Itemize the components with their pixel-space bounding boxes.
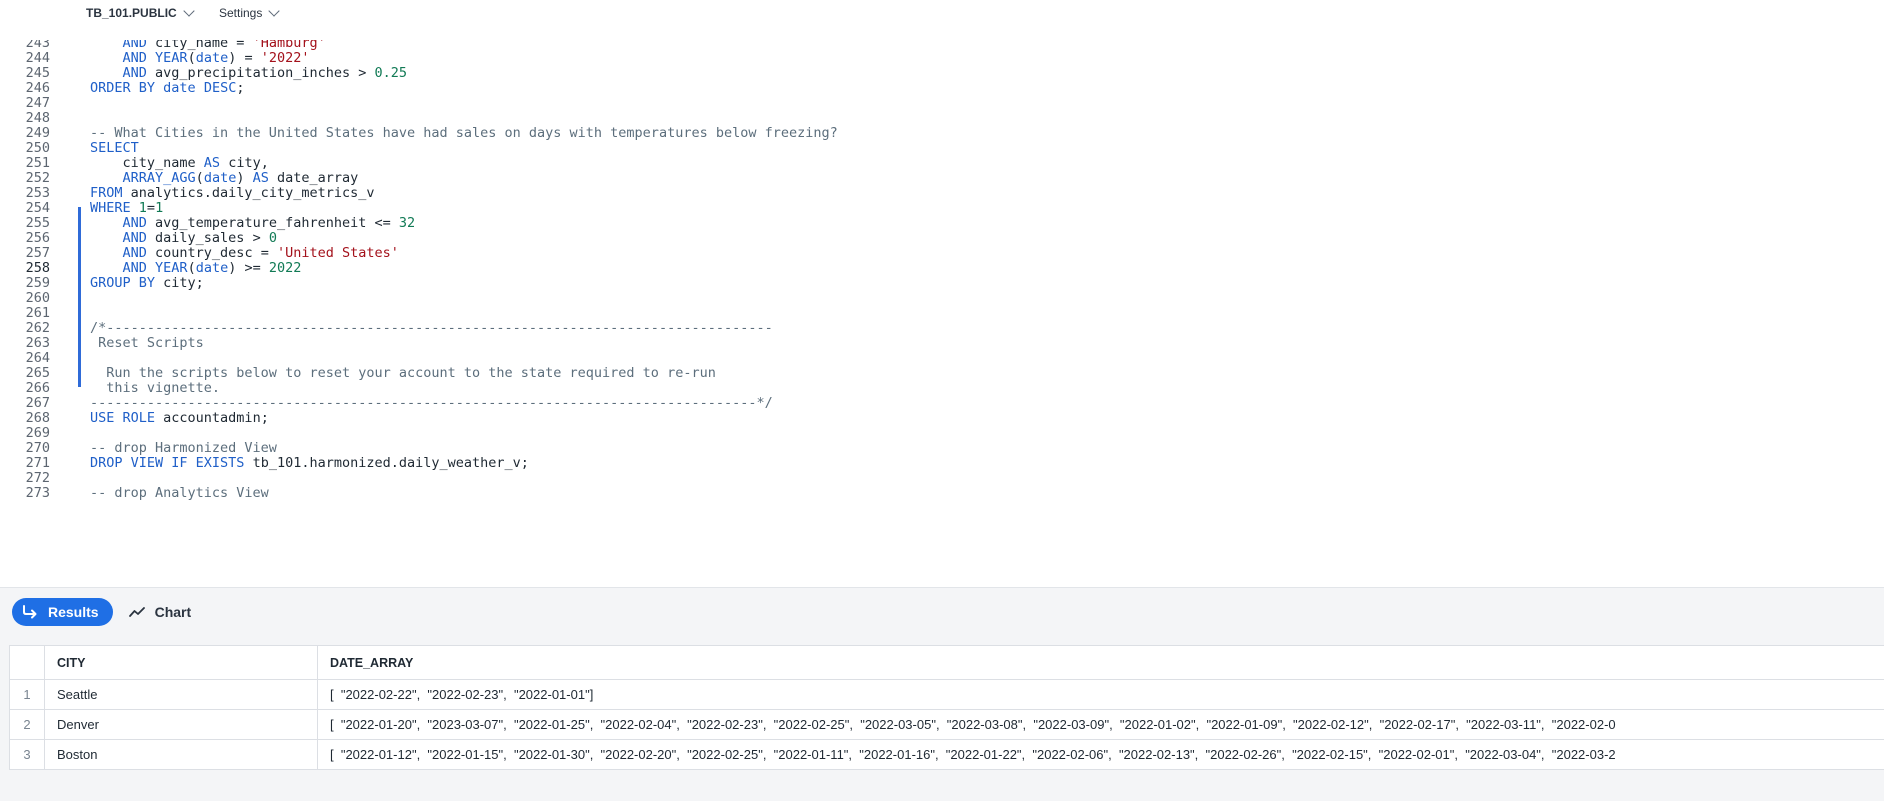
database-label: TB_101.PUBLIC [86,6,177,20]
tab-chart[interactable]: Chart [128,604,192,620]
result-tabs: Results Chart [12,598,191,626]
results-arrow-icon [23,605,37,619]
results-panel: Results Chart CITY DATE_ARRAY 1 Seattle[ … [0,587,1884,801]
table-row[interactable]: 2 Denver[ "2022-01-20", "2023-03-07", "20… [10,710,1884,740]
city-cell[interactable]: Boston [45,740,318,769]
database-selector[interactable]: TB_101.PUBLIC [86,5,195,20]
sql-editor[interactable]: 243 AND city_name = 'Hamburg' 244 AND YEA… [0,40,1884,587]
tab-results-label: Results [48,604,99,620]
line-number: 273 [25,485,50,501]
date-array-cell[interactable]: [ "2022-01-12", "2022-01-15", "2022-01-3… [318,740,1884,769]
date-array-cell[interactable]: [ "2022-01-20", "2023-03-07", "2022-01-2… [318,710,1884,739]
chevron-down-icon [183,5,195,17]
line-chart-icon [128,607,145,617]
row-index: 3 [10,740,45,769]
tab-chart-label: Chart [154,604,192,620]
date-array-cell[interactable]: [ "2022-02-22", "2022-02-23", "2022-01-0… [318,680,1884,709]
table-header-row: CITY DATE_ARRAY [10,646,1884,680]
results-table: CITY DATE_ARRAY 1 Seattle[ "2022-02-22", … [9,645,1884,770]
table-row[interactable]: 3 Boston[ "2022-01-12", "2022-01-15", "20… [10,740,1884,770]
row-index-header [10,646,45,679]
settings-menu[interactable]: Settings [219,5,281,20]
row-index: 1 [10,680,45,709]
tab-results[interactable]: Results [12,598,113,626]
chevron-down-icon [268,5,281,17]
settings-label: Settings [219,6,263,20]
city-cell[interactable]: Denver [45,710,318,739]
code-token: -- drop Analytics View [90,485,269,501]
row-index: 2 [10,710,45,739]
table-row[interactable]: 1 Seattle[ "2022-02-22", "2022-02-23", "2… [10,680,1884,710]
code-line[interactable]: 273 -- drop Analytics View [0,484,1884,502]
column-header-city[interactable]: CITY [45,646,318,679]
code-text: -- drop Analytics View [90,484,269,502]
city-cell[interactable]: Seattle [45,680,318,709]
context-bar: TB_101.PUBLIC Settings [0,0,1884,28]
column-header-date-array[interactable]: DATE_ARRAY [318,646,1884,679]
